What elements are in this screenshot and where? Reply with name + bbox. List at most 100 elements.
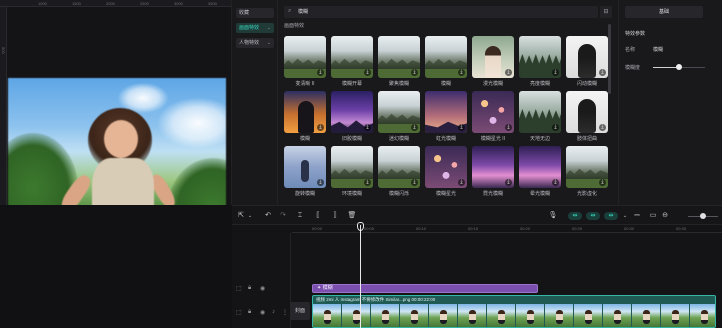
download-icon[interactable]: ⤓	[599, 124, 606, 131]
split-icon[interactable]: ⌶	[295, 211, 305, 221]
download-icon[interactable]: ⤓	[317, 179, 324, 186]
download-icon[interactable]: ⤓	[505, 179, 512, 186]
timeline-panel: 00:00 00:05 00:10 00:15 00:20 00:25 00:3…	[232, 222, 722, 328]
download-icon[interactable]: ⤓	[458, 69, 465, 76]
inspector-panel: 基础 特效参数 名称 模糊 模糊度	[618, 0, 722, 205]
eye-icon[interactable]: ◉	[260, 285, 265, 292]
playhead-handle[interactable]	[357, 222, 364, 231]
download-icon[interactable]: ⤓	[458, 179, 465, 186]
download-icon[interactable]: ⤓	[411, 69, 418, 76]
clip-frame	[487, 304, 515, 327]
caption-icon[interactable]: ▭	[648, 211, 658, 221]
effect-tile[interactable]: ⤓ 模糊闪烁	[378, 146, 420, 200]
effect-tile[interactable]: ⤓ 旋转模糊	[284, 146, 326, 200]
effect-tile[interactable]: ⤓ 虹光模糊	[425, 91, 467, 145]
filter-button[interactable]: ⊟	[600, 6, 612, 18]
effect-thumbnail: ⤓	[472, 146, 514, 188]
time-mark: 00:30	[624, 226, 635, 231]
download-icon[interactable]: ⤓	[458, 124, 465, 131]
download-icon[interactable]: ⤓	[411, 179, 418, 186]
effect-tile[interactable]: ⤓ 变清晰 II	[284, 36, 326, 90]
download-icon[interactable]: ⤓	[364, 179, 371, 186]
preview-canvas[interactable]	[8, 78, 226, 205]
preview-axis-icon[interactable]: ⇹	[604, 212, 618, 220]
magnet-icon[interactable]: ⇹	[568, 212, 582, 220]
preview-panel: 1000 1500 2000 2500 3000 3500 500	[0, 0, 232, 205]
more-icon[interactable]: ⋮	[282, 309, 288, 316]
microphone-icon[interactable]: 🎙	[548, 211, 558, 221]
clip-frame	[516, 304, 544, 327]
tab-basic[interactable]: 基础	[625, 6, 703, 18]
undo-icon[interactable]: ↶	[263, 211, 273, 221]
eye-icon[interactable]: ◉	[260, 309, 265, 316]
effect-clip[interactable]: ✦ 模糊	[312, 284, 538, 293]
audio-icon[interactable]: ♪	[272, 309, 275, 315]
download-icon[interactable]: ⤓	[317, 124, 324, 131]
download-icon[interactable]: ⤓	[505, 69, 512, 76]
effect-tile[interactable]: ⤓ 模糊星光	[425, 146, 467, 200]
download-icon[interactable]: ⤓	[505, 124, 512, 131]
time-mark: 00:20	[520, 226, 531, 231]
zoom-slider-handle[interactable]	[700, 213, 706, 219]
effect-tile[interactable]: ⤓ 模糊	[425, 36, 467, 90]
cover-button[interactable]: 封面	[290, 302, 310, 320]
effect-tile[interactable]: ⤓ 旧胶模糊	[331, 91, 373, 145]
ruler-mark: 2500	[140, 1, 149, 6]
effect-tile[interactable]: ⤓ 亮度模糊	[519, 36, 561, 90]
blur-slider-handle[interactable]	[676, 64, 682, 70]
chevron-down-icon[interactable]: ⌄	[620, 211, 630, 221]
library-scrollbar[interactable]	[608, 24, 611, 94]
track-icon[interactable]: ⎓	[632, 211, 642, 221]
download-icon[interactable]: ⤓	[411, 124, 418, 131]
effect-tile[interactable]: ⤓ 模糊星光 II	[472, 91, 514, 145]
download-icon[interactable]: ⤓	[317, 69, 324, 76]
download-icon[interactable]: ⤓	[599, 179, 606, 186]
category-column: 收藏 画面特效 ⌄ 人物特效 ⌄	[232, 0, 278, 205]
clip-frame	[458, 304, 486, 327]
clip-caption: 视频 2mi 人 Instagram 不要修改件 Similar...png 0…	[316, 297, 436, 302]
clip-frame	[603, 304, 631, 327]
chevron-down-icon[interactable]: ⌄	[245, 211, 255, 221]
effect-label: 模糊闪烁	[388, 191, 409, 197]
effect-tile[interactable]: ⤓ 光影虚化	[566, 146, 608, 200]
effect-tile[interactable]: ⤓ 迷幻模糊	[378, 91, 420, 145]
effect-thumbnail: ⤓	[425, 91, 467, 133]
split-right-icon[interactable]: ⟧	[330, 211, 340, 221]
category-person-effects[interactable]: 人物特效 ⌄	[236, 38, 274, 48]
effect-tile[interactable]: ⤓ 霓光模糊	[472, 146, 514, 200]
link-icon[interactable]: ⇹	[586, 212, 600, 220]
download-icon[interactable]: ⤓	[552, 124, 559, 131]
cloud-shape	[158, 98, 226, 148]
download-icon[interactable]: ⤓	[364, 69, 371, 76]
ruler-mark: 3500	[208, 1, 217, 6]
video-clip[interactable]: 视频 2mi 人 Instagram 不要修改件 Similar...png 0…	[312, 295, 716, 328]
effect-tile[interactable]: ⤓ 晕光模糊	[519, 146, 561, 200]
redo-icon[interactable]: ↷	[278, 211, 288, 221]
delete-icon[interactable]: 🗑	[347, 211, 357, 221]
clip-frame	[574, 304, 602, 327]
download-icon[interactable]: ⤓	[599, 69, 606, 76]
download-icon[interactable]: ⤓	[552, 179, 559, 186]
effect-thumbnail: ⤓	[378, 36, 420, 78]
effect-tile[interactable]: ⤓ 闪动模糊	[566, 36, 608, 90]
zoom-out-icon[interactable]: ⊖	[660, 211, 670, 221]
search-input[interactable]: ⌕ 模糊	[284, 6, 598, 18]
category-screen-effects[interactable]: 画面特效 ⌄	[236, 23, 274, 33]
download-icon[interactable]: ⤓	[364, 124, 371, 131]
category-label: 收藏	[239, 10, 250, 16]
lock-icon[interactable]: 🔒︎	[248, 285, 251, 292]
lock-icon[interactable]: 🔒︎	[248, 309, 251, 316]
effect-tile[interactable]: ⤓ 肢体扭曲	[566, 91, 608, 145]
effect-tile[interactable]: ⤓ 聚焦模糊	[378, 36, 420, 90]
effect-tile[interactable]: ⤓ 模糊	[284, 91, 326, 145]
effect-tile[interactable]: ⤓ 环境模糊	[331, 146, 373, 200]
effect-tile[interactable]: ⤓ 漫光模糊	[472, 36, 514, 90]
effect-label: 霓光模糊	[482, 191, 503, 197]
download-icon[interactable]: ⤓	[552, 69, 559, 76]
effect-tile[interactable]: ⤓ 模糊开幕	[331, 36, 373, 90]
split-left-icon[interactable]: ⟦	[313, 211, 323, 221]
category-favorites[interactable]: 收藏	[236, 8, 274, 18]
tree-shape	[168, 158, 226, 205]
effect-tile[interactable]: ⤓ 天地无边	[519, 91, 561, 145]
clip-frame	[371, 304, 399, 327]
